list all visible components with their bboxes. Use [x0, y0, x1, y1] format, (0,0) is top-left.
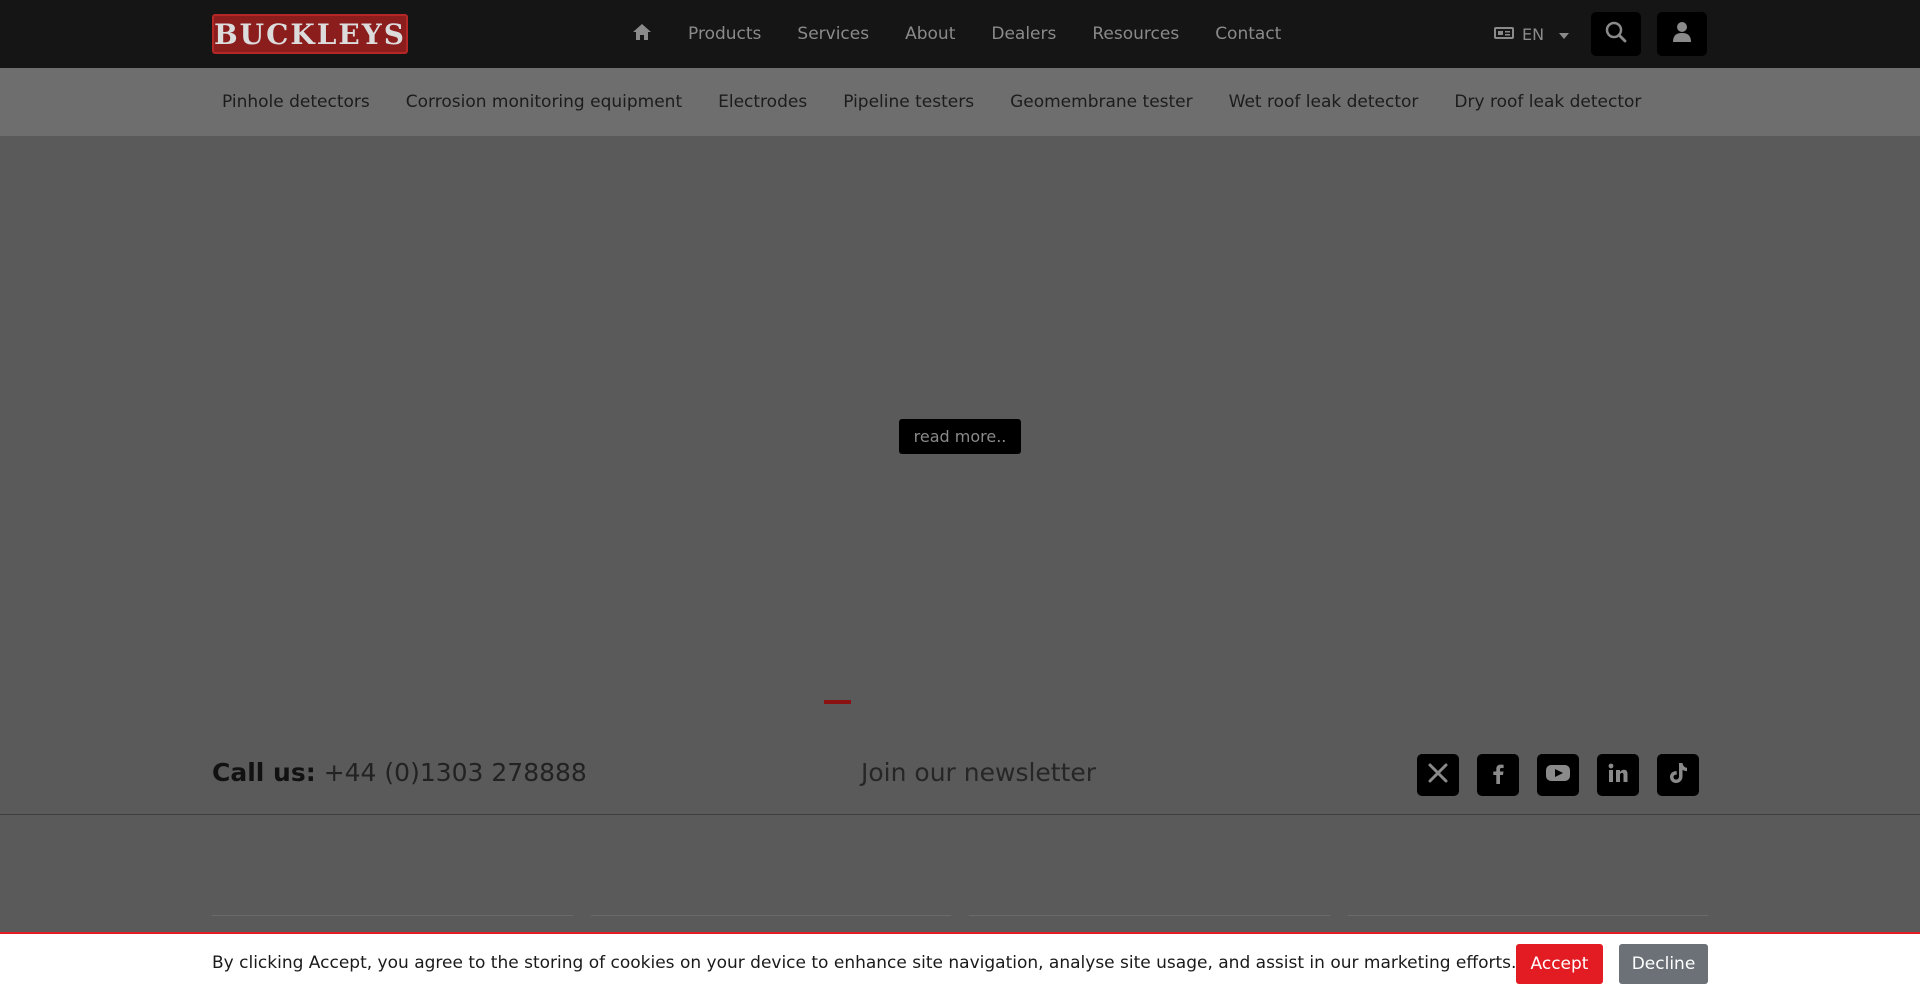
- newsletter-link[interactable]: Join our newsletter: [861, 758, 1096, 787]
- subnav-pinhole-detectors[interactable]: Pinhole detectors: [222, 92, 370, 112]
- call-us: Call us: +44 (0)1303 278888: [212, 758, 587, 787]
- read-more-button[interactable]: read more..: [899, 419, 1021, 454]
- nav-products[interactable]: Products: [688, 24, 761, 44]
- nav-about[interactable]: About: [905, 24, 955, 44]
- logo-text: BUCKLEYS: [214, 17, 406, 51]
- youtube-icon: [1545, 763, 1571, 787]
- x-link[interactable]: [1417, 754, 1459, 796]
- subnav-corrosion-monitoring[interactable]: Corrosion monitoring equipment: [406, 92, 682, 112]
- decline-cookies-button[interactable]: Decline: [1619, 944, 1708, 984]
- tiktok-icon: [1667, 761, 1689, 789]
- language-selector[interactable]: EN: [1494, 22, 1570, 46]
- subnav-pipeline-testers[interactable]: Pipeline testers: [843, 92, 974, 112]
- nav-resources[interactable]: Resources: [1092, 24, 1179, 44]
- nav-dealers[interactable]: Dealers: [991, 24, 1056, 44]
- nav-contact[interactable]: Contact: [1215, 24, 1281, 44]
- facebook-link[interactable]: [1477, 754, 1519, 796]
- subnav-geomembrane-tester[interactable]: Geomembrane tester: [1010, 92, 1193, 112]
- linkedin-icon: [1607, 762, 1629, 788]
- chevron-down-icon: [1558, 25, 1570, 44]
- linkedin-link[interactable]: [1597, 754, 1639, 796]
- cookie-banner: By clicking Accept, you agree to the sto…: [0, 932, 1920, 993]
- footer-column-rule: [1347, 915, 1708, 916]
- call-label: Call us:: [212, 758, 316, 787]
- search-button[interactable]: [1591, 12, 1641, 56]
- youtube-link[interactable]: [1537, 754, 1579, 796]
- social-links: [1417, 754, 1699, 796]
- footer-column-rule: [590, 915, 951, 916]
- site-header: BUCKLEYS Products Services About Dealers…: [0, 0, 1920, 68]
- account-button[interactable]: [1657, 12, 1707, 56]
- carousel-indicator[interactable]: [824, 700, 851, 704]
- footer-column-rule: [969, 915, 1330, 916]
- nav-services[interactable]: Services: [797, 24, 869, 44]
- product-subnav: Pinhole detectors Corrosion monitoring e…: [0, 68, 1920, 136]
- search-icon: [1605, 21, 1627, 47]
- subnav-electrodes[interactable]: Electrodes: [718, 92, 807, 112]
- accept-cookies-button[interactable]: Accept: [1516, 944, 1603, 984]
- language-code: EN: [1522, 24, 1545, 44]
- language-icon: [1494, 25, 1514, 44]
- home-link[interactable]: [632, 23, 652, 45]
- user-icon: [1672, 21, 1692, 47]
- footer-columns: [212, 915, 1708, 916]
- x-icon: [1427, 762, 1449, 788]
- site-logo[interactable]: BUCKLEYS: [212, 14, 408, 54]
- cookie-message: By clicking Accept, you agree to the sto…: [212, 953, 1517, 973]
- home-icon: [632, 23, 652, 45]
- phone-link[interactable]: +44 (0)1303 278888: [324, 758, 587, 787]
- facebook-icon: [1487, 762, 1509, 788]
- footer-divider: [0, 814, 1920, 815]
- footer-column-rule: [212, 915, 573, 916]
- tiktok-link[interactable]: [1657, 754, 1699, 796]
- subnav-dry-roof-leak-detector[interactable]: Dry roof leak detector: [1454, 92, 1641, 112]
- subnav-wet-roof-leak-detector[interactable]: Wet roof leak detector: [1229, 92, 1419, 112]
- main-nav: Products Services About Dealers Resource…: [632, 0, 1317, 68]
